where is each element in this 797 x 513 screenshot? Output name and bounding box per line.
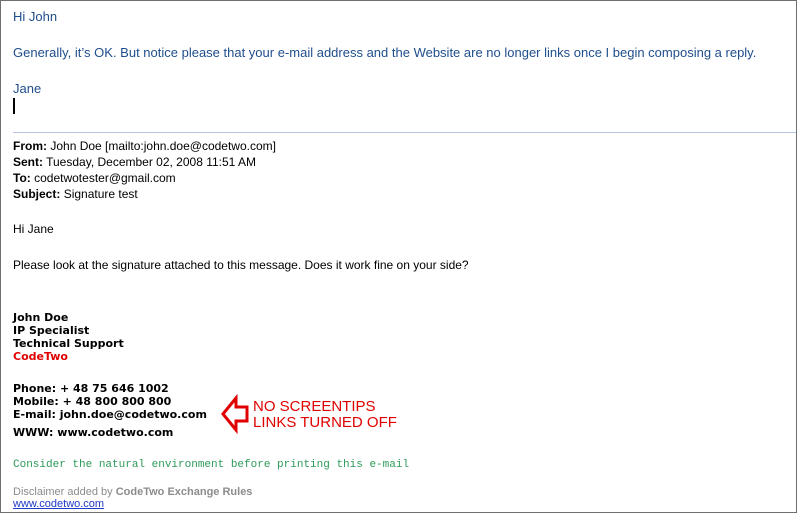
reply-signature: Jane [13,81,42,96]
annotation-line-1: NO SCREENTIPS [253,398,376,415]
to-label: To: [13,171,31,185]
signature-www: WWW: www.codetwo.com [13,426,174,439]
signature-company: CodeTwo [13,350,68,363]
signature-email: E-mail: john.doe@codetwo.com [13,408,207,421]
annotation-line-2: LINKS TURNED OFF [253,414,397,431]
subject-value: Signature test [63,187,138,201]
quoted-greeting: Hi Jane [13,222,54,236]
quoted-text: Please look at the signature attached to… [13,258,469,272]
disclaimer: Disclaimer added by CodeTwo Exchange Rul… [13,486,252,498]
disclaimer-prefix: Disclaimer added by [13,486,113,498]
reply-body: Generally, it’s OK. But notice please th… [13,45,757,60]
quote-divider [13,132,796,133]
signature-mobile: Mobile: + 48 800 800 800 [13,395,172,408]
signature-title: IP Specialist [13,324,90,337]
reply-greeting: Hi John [13,9,58,24]
quoted-subject: Subject: Signature test [13,187,138,201]
quoted-sent: Sent: Tuesday, December 02, 2008 11:51 A… [13,155,256,169]
sent-label: Sent: [13,155,43,169]
from-label: From: [13,139,47,153]
quoted-from: From: John Doe [mailto:john.doe@codetwo.… [13,139,276,153]
email-compose-area[interactable]: Hi John Generally, it’s OK. But notice p… [0,0,797,513]
annotation-note: NO SCREENTIPS LINKS TURNED OFF [253,399,397,431]
disclaimer-product: CodeTwo Exchange Rules [115,486,253,498]
environment-notice: Consider the natural environment before … [13,459,410,471]
quoted-to: To: codetwotester@gmail.com [13,171,176,185]
footer-link[interactable]: www.codetwo.com [13,498,104,510]
signature-department: Technical Support [13,337,124,350]
signature-phone: Phone: + 48 75 646 1002 [13,382,169,395]
from-value: John Doe [mailto:john.doe@codetwo.com] [50,139,276,153]
signature-name: John Doe [13,311,69,324]
subject-label: Subject: [13,187,61,201]
sent-value: Tuesday, December 02, 2008 11:51 AM [46,155,257,169]
to-value: codetwotester@gmail.com [34,171,176,185]
text-cursor [13,98,15,114]
left-arrow-icon [220,393,250,439]
